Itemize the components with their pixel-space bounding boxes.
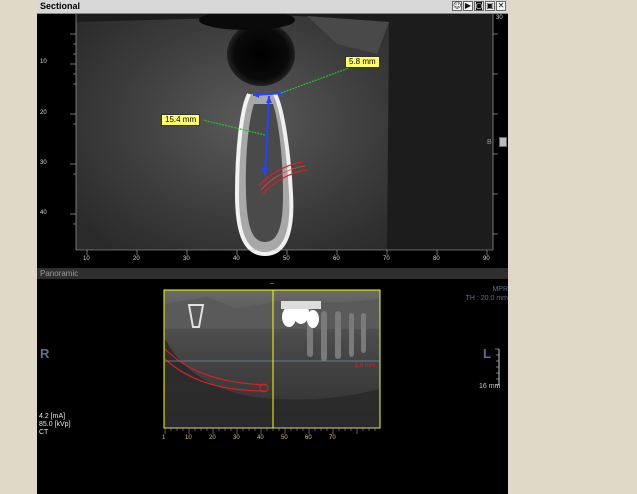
sectional-window[interactable]: Sectional ☺ ▶ ◙ ▣ ✕ 5.8 mm 15.4 mm 10 20…	[37, 0, 508, 268]
width-measurement-label[interactable]: 5.8 mm	[345, 56, 380, 68]
cursor-top-marker: --	[270, 281, 274, 287]
mpr-mode-label: MPR	[492, 286, 508, 293]
panoramic-tick-label: 1	[162, 435, 166, 441]
panoramic-window[interactable]: Panoramic -- 1.8 mm R L MPR TH: 20.0 mm…	[37, 268, 508, 494]
window-controls: ☺ ▶ ◙ ▣ ✕	[452, 1, 506, 11]
exposure-ma: 4.2 [mA]	[39, 413, 66, 420]
play-icon[interactable]: ▶	[463, 1, 473, 11]
height-measurement-label[interactable]: 15.4 mm	[161, 114, 201, 126]
side-scroll-handle[interactable]	[499, 137, 507, 147]
bottom-tick-label: 10	[83, 256, 90, 262]
air-pocket	[227, 22, 295, 86]
sectional-titlebar[interactable]: Sectional ☺ ▶ ◙ ▣ ✕	[37, 0, 508, 14]
right-ruler-ticks	[493, 33, 498, 235]
panoramic-tick-label: 10	[185, 435, 192, 441]
panoramic-ct-view[interactable]	[37, 279, 508, 494]
dental-restorations	[281, 301, 321, 328]
bottom-tick-label: 20	[133, 256, 140, 262]
slice-thickness-label: TH : 20.0 mm	[465, 295, 508, 302]
bottom-tick-label: 80	[433, 256, 440, 262]
panoramic-tick-label: 70	[329, 435, 336, 441]
exposure-kvp: 85.0 [kVp]	[39, 421, 71, 428]
camera-icon[interactable]: ◙	[474, 1, 484, 11]
close-icon[interactable]: ✕	[496, 1, 506, 11]
bottom-tick-label: 90	[483, 256, 490, 262]
sectional-title: Sectional	[40, 1, 81, 11]
user-icon[interactable]: ☺	[452, 1, 462, 11]
left-tick-label: 10	[40, 59, 47, 65]
bottom-tick-label: 40	[233, 256, 240, 262]
left-tick-label: 30	[40, 160, 47, 166]
right-tick-label: 30	[496, 15, 503, 21]
orientation-left-label: L	[483, 346, 491, 361]
left-tick-label: 20	[40, 110, 47, 116]
scale-bar-label: 16 mm	[479, 383, 501, 390]
modality-label: CT	[39, 429, 49, 436]
orientation-right-label: R	[40, 346, 50, 361]
panoramic-titlebar[interactable]: Panoramic	[37, 268, 508, 279]
side-marker-label: B	[487, 139, 492, 146]
left-ruler-ticks	[70, 33, 76, 225]
bottom-tick-label: 60	[333, 256, 340, 262]
panoramic-tick-label: 60	[305, 435, 312, 441]
sectional-ct-view[interactable]	[37, 14, 508, 268]
panoramic-tick-label: 30	[233, 435, 240, 441]
ct-viewer-app: Sectional ☺ ▶ ◙ ▣ ✕ 5.8 mm 15.4 mm 10 20…	[37, 0, 508, 494]
panoramic-ruler-ticks	[164, 428, 376, 434]
bottom-tick-label: 50	[283, 256, 290, 262]
panoramic-tick-label: 40	[257, 435, 264, 441]
panoramic-title: Panoramic	[40, 269, 79, 278]
bottom-tick-label: 30	[183, 256, 190, 262]
maximize-icon[interactable]: ▣	[485, 1, 495, 11]
panoramic-tick-label: 50	[281, 435, 288, 441]
scale-bar-ticks	[495, 348, 499, 386]
panoramic-tick-label: 20	[209, 435, 216, 441]
cursor-distance-label: 1.8 mm	[355, 363, 376, 369]
left-tick-label: 40	[40, 210, 47, 216]
bottom-ruler-ticks	[86, 250, 488, 255]
bottom-tick-label: 70	[383, 256, 390, 262]
